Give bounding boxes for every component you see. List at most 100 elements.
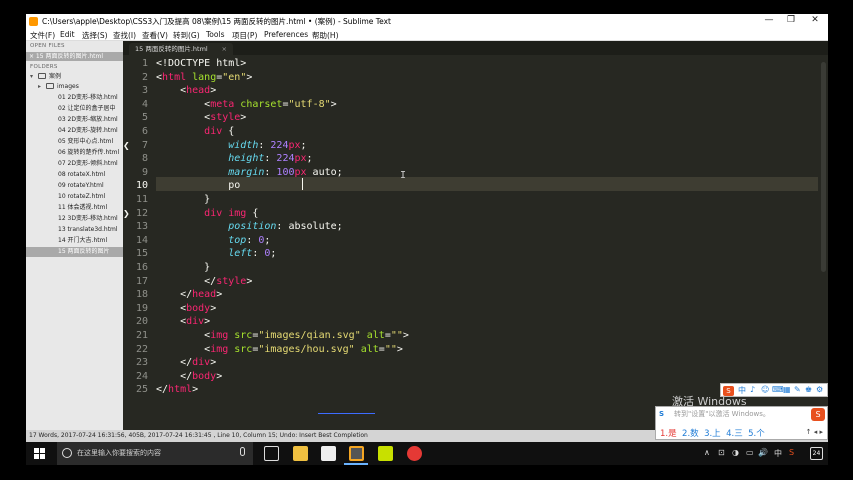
menu-find[interactable]: 查找(I) (113, 30, 136, 41)
collapse-arrow-icon: ▸ (38, 83, 42, 90)
code-line: <div> (156, 315, 210, 329)
folder-open-icon (38, 73, 46, 79)
code-token: } (156, 194, 211, 205)
typora-icon[interactable] (321, 446, 336, 461)
ime-candidate[interactable]: 2.数 (682, 429, 699, 439)
code-token: "en" (222, 71, 247, 83)
line-number: 10 (135, 180, 148, 192)
sidebar-file-item[interactable]: 06 旋转的楚乔传.html (26, 148, 123, 158)
chrome-icon[interactable] (407, 446, 422, 461)
fold-marker-icon[interactable]: ❯ (123, 209, 130, 218)
sidebar-file-item[interactable]: 10 rotateZ.html (26, 192, 123, 202)
menu-selection[interactable]: 选择(S) (82, 30, 108, 41)
sidebar-file-item[interactable]: 02 让定位的盒子居中 (26, 104, 123, 114)
maximize-button[interactable]: ❐ (780, 15, 802, 25)
fireworks-icon[interactable] (378, 446, 393, 461)
tray-expand-icon[interactable]: ∧ (704, 448, 710, 457)
ime-emoji-icon[interactable]: ☺ (761, 385, 769, 394)
code-token: div (204, 126, 223, 137)
notification-center-icon[interactable]: 24 (810, 447, 823, 460)
vertical-scrollbar[interactable] (821, 62, 826, 272)
menu-file[interactable]: 文件(F) (30, 30, 55, 41)
task-view-icon[interactable] (264, 446, 279, 461)
code-token: html (162, 71, 187, 83)
minimize-button[interactable]: — (758, 15, 780, 25)
line-number: 25 (135, 384, 148, 396)
code-token: { (246, 207, 259, 219)
menu-help[interactable]: 帮助(H) (312, 30, 339, 41)
close-button[interactable]: ✕ (804, 15, 826, 25)
line-number: 2 (141, 71, 148, 83)
sogou-logo-icon: S (723, 386, 734, 396)
ime-grid-icon[interactable]: ▦ (783, 385, 791, 394)
code-token: position (228, 221, 277, 233)
code-editor[interactable]: <!DOCTYPE html> <html lang="en"> <head> <… (156, 55, 818, 430)
ime-candidate[interactable]: 1.是 (660, 429, 677, 439)
tray-app-icon[interactable]: ◑ (732, 448, 739, 457)
code-token: alt (354, 343, 379, 355)
line-number: 1 (141, 58, 148, 69)
ime-candidate[interactable]: 3.上 (704, 429, 721, 439)
line-number: 24 (135, 370, 148, 382)
sidebar-file-item[interactable]: 09 rotateY.html (26, 181, 123, 191)
sublime-text-icon[interactable] (349, 446, 364, 461)
sidebar-file-item[interactable]: 03 2D变形-缩放.html (26, 115, 123, 125)
menu-tools[interactable]: Tools (206, 30, 224, 39)
tray-volume-icon[interactable]: 🔊 (758, 448, 768, 457)
ime-keyboard-icon[interactable]: ⌨ (772, 385, 784, 394)
sidebar-file-item[interactable]: 11 体会透视.html (26, 203, 123, 213)
tray-network-icon[interactable]: ▭ (746, 448, 754, 457)
code-token: < (156, 112, 211, 124)
menu-edit[interactable]: Edit (60, 30, 75, 39)
folder-images[interactable]: ▸ images (38, 82, 123, 92)
menu-preferences[interactable]: Preferences (264, 30, 308, 39)
tab-close-icon[interactable]: × (222, 43, 227, 55)
sidebar-file-item[interactable]: 13 translate3d.html (26, 225, 123, 235)
tray-device-icon[interactable]: ⊡ (718, 448, 725, 457)
line-number: 20 (135, 316, 148, 328)
open-file-item[interactable]: × 15 两面反转的图片.html (26, 52, 123, 61)
code-token: "" (390, 330, 403, 341)
code-line: } (156, 193, 210, 207)
sidebar-file-item[interactable]: 14 开门大吉.html (26, 236, 123, 246)
menu-goto[interactable]: 转到(G) (173, 30, 200, 41)
code-token: img (210, 343, 229, 355)
code-line: <style> (156, 111, 246, 125)
sidebar-file-item[interactable]: 07 2D变形-倾斜.html (26, 159, 123, 169)
ime-punct-icon[interactable]: ♪ (750, 385, 755, 394)
tray-sogou-icon[interactable]: S (789, 448, 794, 457)
ibeam-cursor-icon: I (400, 170, 407, 181)
ime-settings-icon[interactable]: ⚙ (816, 385, 823, 394)
code-token: 224 (270, 139, 289, 151)
code-token: > (330, 98, 337, 110)
tab-active-file[interactable]: 15 两面反转的图片.html × (129, 43, 233, 55)
ime-candidate[interactable]: 4.三 (726, 429, 743, 439)
fold-marker-icon[interactable]: ❮ (123, 141, 130, 150)
taskbar-search[interactable]: 在这里输入你要搜索的内容 (57, 442, 253, 465)
sidebar-file-item[interactable]: 12 3D变形-移动.html (26, 214, 123, 224)
ime-page-arrows[interactable]: ↑ ◂ ▸ (806, 428, 823, 436)
sidebar-file-item[interactable]: 15 两面反转的图片 (26, 247, 123, 257)
code-token: ; (270, 248, 277, 260)
sidebar-file-item[interactable]: 04 2D变形-旋转.html (26, 126, 123, 136)
windows-start-icon[interactable] (34, 448, 45, 459)
ime-pen-icon[interactable]: ✎ (794, 385, 801, 394)
line-number: 4 (141, 98, 148, 110)
menu-project[interactable]: 项目(P) (232, 30, 257, 41)
sidebar-file-item[interactable]: 08 rotateX.html (26, 170, 123, 180)
folder-root[interactable]: ▾ 案例 (30, 72, 123, 82)
microphone-icon[interactable] (240, 447, 245, 456)
code-token: px (288, 139, 301, 151)
ime-mode-chinese[interactable]: 中 (738, 385, 746, 396)
tray-language-icon[interactable]: 中 (774, 448, 782, 459)
code-token: "images/qian.svg" (258, 330, 361, 341)
sidebar-file-item[interactable]: 01 2D变形-移动.html (26, 93, 123, 103)
menu-view[interactable]: 查看(V) (142, 30, 168, 41)
ime-candidate[interactable]: 5.个 (748, 429, 765, 439)
sidebar-file-item[interactable]: 05 变形中心点.html (26, 137, 123, 147)
file-explorer-icon[interactable] (293, 446, 308, 461)
ime-skin-icon[interactable]: ♚ (805, 385, 812, 394)
code-token: 224 (276, 153, 295, 165)
